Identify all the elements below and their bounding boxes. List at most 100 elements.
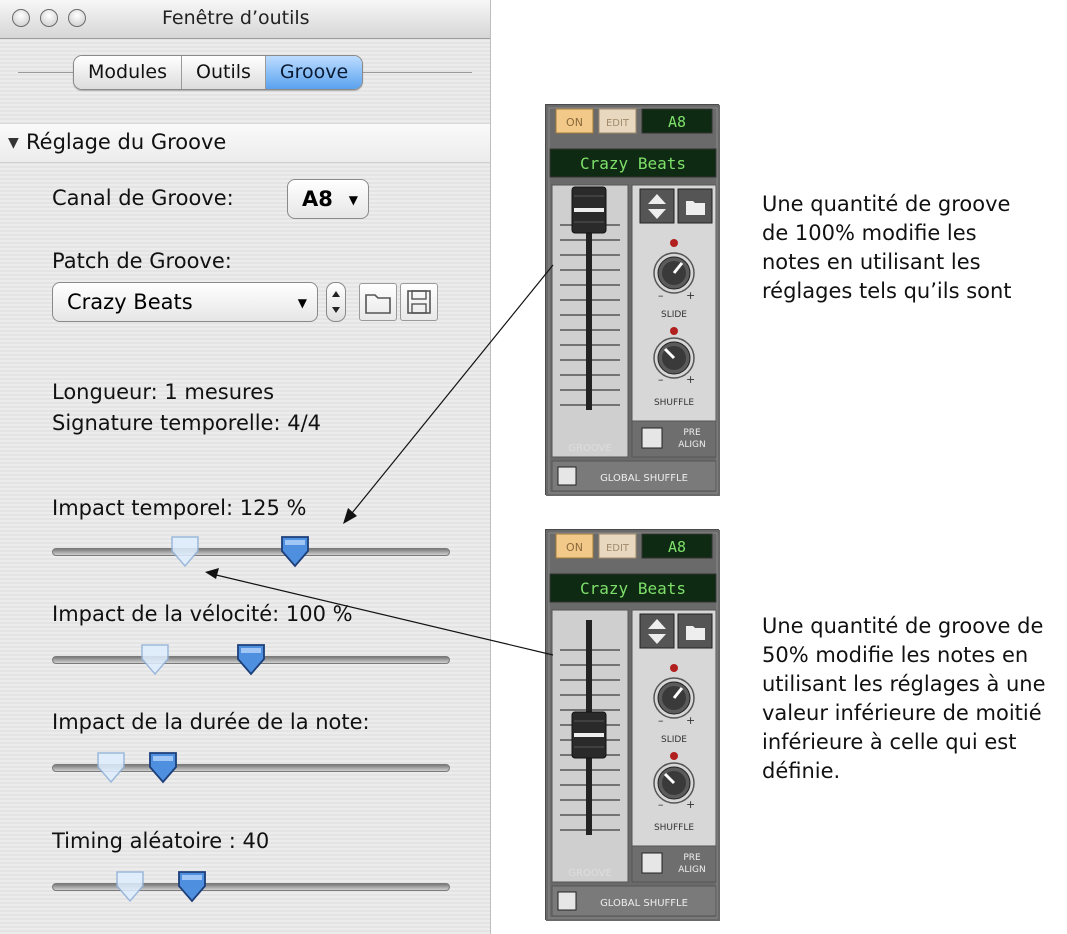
- align-label: ALIGN: [678, 440, 706, 450]
- patch-display-text: Crazy Beats: [580, 579, 686, 598]
- svg-text:+: +: [686, 714, 695, 727]
- edit-button-label: EDIT: [606, 543, 630, 554]
- annotation-line: Une quantité de groove: [762, 192, 1011, 216]
- slide-knob[interactable]: [653, 252, 695, 294]
- save-patch-button[interactable]: [400, 283, 438, 321]
- timing-impact-slider-thumb[interactable]: [280, 535, 310, 569]
- on-button-label: ON: [566, 541, 583, 554]
- shuffle-knob[interactable]: [653, 337, 695, 379]
- section-title: Réglage du Groove: [26, 130, 227, 154]
- channel-display-text: A8: [668, 113, 686, 131]
- note-length-impact-default-thumb: [97, 752, 125, 784]
- annotation-line: définie.: [762, 759, 841, 783]
- tab-groove[interactable]: Groove: [264, 56, 363, 89]
- global-shuffle-label: GLOBAL SHUFFLE: [600, 898, 688, 909]
- groove-panel: ON EDIT A8 Crazy Beats GROOVE – + SLIDE …: [545, 104, 720, 496]
- channel-display-text: A8: [668, 538, 686, 556]
- disclosure-triangle-icon[interactable]: ▼: [8, 135, 19, 151]
- shuffle-knob[interactable]: [653, 762, 695, 804]
- shuffle-indicator-led: [670, 752, 678, 760]
- stepper-arrows-icon: [332, 291, 340, 313]
- signature-text: Signature temporelle: 4/4: [52, 411, 322, 435]
- annotation-line: réglages tels qu’ils sont: [762, 279, 1012, 303]
- global-shuffle-label: GLOBAL SHUFFLE: [600, 473, 688, 484]
- pre-align-label: PRE: [683, 853, 701, 863]
- global-shuffle-checkbox[interactable]: [557, 891, 577, 911]
- tab-bar: Modules Outils Groove: [73, 55, 364, 90]
- svg-text:+: +: [686, 289, 695, 302]
- pre-align-checkbox[interactable]: [641, 852, 663, 874]
- chevron-down-icon: ▼: [297, 296, 307, 310]
- annotation-line: inférieure à celle qui est: [762, 730, 1017, 754]
- annotation-line: valeur inférieure de moitié: [762, 701, 1042, 725]
- slider-label-timing-impact: Impact temporel: 125 %: [52, 496, 307, 520]
- random-timing-slider-track[interactable]: [52, 883, 450, 891]
- velocity-impact-default-thumb: [141, 644, 170, 676]
- groove-channel-value: A8: [302, 187, 333, 211]
- annotation-line: notes en utilisant les: [762, 250, 981, 274]
- length-text: Longueur: 1 mesures: [52, 380, 275, 404]
- slide-knob-label: SLIDE: [661, 735, 687, 745]
- random-timing-slider-thumb[interactable]: [177, 870, 207, 904]
- slide-knob[interactable]: [653, 677, 695, 719]
- svg-text:+: +: [686, 798, 695, 811]
- slider-label-velocity-impact: Impact de la vélocité: 100 %: [52, 602, 353, 626]
- svg-text:–: –: [658, 289, 664, 302]
- groove-patch-value: Crazy Beats: [67, 290, 193, 314]
- folder-icon: [686, 626, 705, 640]
- on-button-label: ON: [566, 116, 583, 129]
- groove-panel-graphic: ON EDIT A8 Crazy Beats GROOVE – + SLIDE …: [546, 105, 720, 496]
- tab-outils[interactable]: Outils: [181, 56, 265, 89]
- tab-modules[interactable]: Modules: [74, 56, 181, 89]
- pre-align-checkbox[interactable]: [641, 427, 663, 449]
- patch-stepper[interactable]: [326, 282, 346, 322]
- velocity-impact-slider-thumb[interactable]: [236, 643, 266, 677]
- timing-impact-slider-track[interactable]: [52, 548, 450, 556]
- shuffle-indicator-led: [670, 327, 678, 335]
- timing-impact-default-thumb: [171, 536, 199, 568]
- folder-icon: [686, 201, 705, 215]
- annotation-full-groove: Une quantité de groove de 100% modifie l…: [762, 190, 1012, 306]
- groove-patch-label: Patch de Groove:: [52, 249, 232, 273]
- annotation-half-groove: Une quantité de groove de 50% modifie le…: [762, 612, 1046, 786]
- save-icon: [407, 290, 431, 314]
- groove-channel-popup[interactable]: A8 ▼: [287, 179, 369, 219]
- groove-fader-label: GROOVE: [568, 443, 611, 454]
- tool-window: Fenêtre d’outils Modules Outils Groove ▼…: [0, 0, 491, 934]
- groove-panel: ON EDIT A8 Crazy Beats GROOVE – + SLIDE …: [545, 529, 720, 921]
- svg-text:–: –: [658, 714, 664, 727]
- groove-panel-graphic: ON EDIT A8 Crazy Beats GROOVE – + SLIDE …: [546, 530, 720, 921]
- slide-indicator-led: [670, 239, 678, 247]
- annotation-line: de 100% modifie les: [762, 221, 977, 245]
- close-window-button[interactable]: [12, 9, 30, 27]
- slide-indicator-led: [670, 664, 678, 672]
- annotation-line: utilisant les réglages à une: [762, 672, 1046, 696]
- groove-fader-thumb[interactable]: [571, 711, 607, 759]
- slider-label-random-timing: Timing aléatoire : 40: [52, 829, 270, 853]
- edit-button-label: EDIT: [606, 118, 630, 129]
- groove-fader-thumb[interactable]: [571, 186, 607, 234]
- chevron-down-icon: ▼: [348, 193, 358, 207]
- svg-text:–: –: [658, 373, 664, 386]
- section-header[interactable]: ▼ Réglage du Groove: [0, 123, 490, 163]
- window-title: Fenêtre d’outils: [162, 7, 310, 29]
- slide-knob-label: SLIDE: [661, 310, 687, 320]
- align-label: ALIGN: [678, 865, 706, 875]
- svg-text:–: –: [658, 798, 664, 811]
- slider-label-note-length-impact: Impact de la durée de la note:: [52, 710, 370, 734]
- global-shuffle-checkbox[interactable]: [557, 466, 577, 486]
- shuffle-knob-label: SHUFFLE: [654, 823, 694, 833]
- random-timing-default-thumb: [115, 871, 144, 903]
- browse-patch-button[interactable]: [359, 283, 397, 321]
- svg-text:+: +: [686, 373, 695, 386]
- patch-display-text: Crazy Beats: [580, 154, 686, 173]
- note-length-impact-slider-thumb[interactable]: [148, 751, 178, 785]
- window-titlebar: Fenêtre d’outils: [0, 0, 490, 39]
- pre-align-label: PRE: [683, 428, 701, 438]
- groove-patch-popup[interactable]: Crazy Beats ▼: [52, 282, 318, 322]
- shuffle-knob-label: SHUFFLE: [654, 398, 694, 408]
- groove-fader-label: GROOVE: [568, 868, 611, 879]
- minimize-window-button[interactable]: [40, 9, 58, 27]
- annotation-line: 50% modifie les notes en: [762, 643, 1029, 667]
- zoom-window-button[interactable]: [68, 9, 86, 27]
